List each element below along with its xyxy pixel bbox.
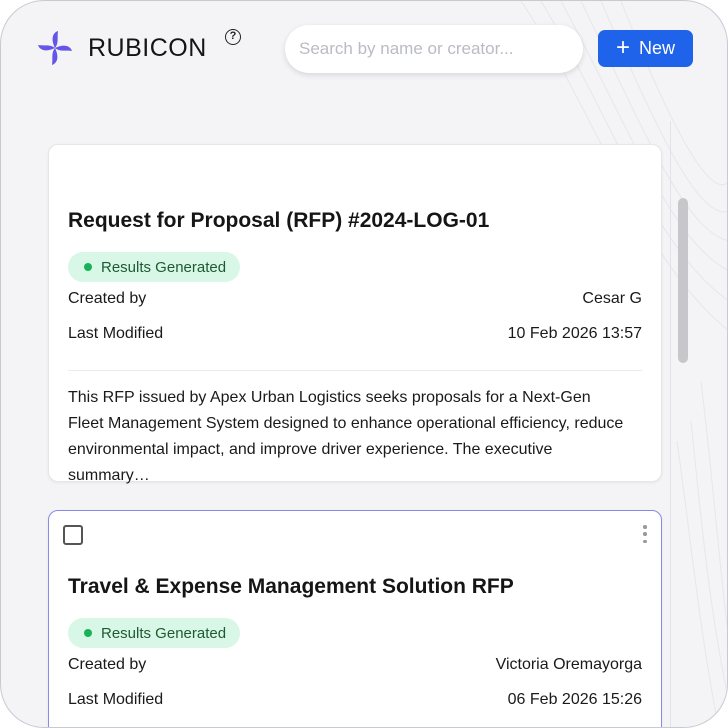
status-badge: Results Generated xyxy=(68,618,241,648)
more-options-icon[interactable] xyxy=(642,525,648,543)
plus-icon: + xyxy=(615,33,630,61)
status-label: Results Generated xyxy=(101,258,227,276)
last-modified-value: 06 Feb 2026 15:26 xyxy=(507,691,642,708)
help-icon[interactable]: ? xyxy=(225,29,241,45)
status-badge: Results Generated xyxy=(68,252,241,282)
select-checkbox[interactable] xyxy=(63,525,83,545)
status-label: Results Generated xyxy=(101,624,227,642)
created-by-value: Cesar G xyxy=(582,290,642,307)
status-dot-icon xyxy=(84,629,92,637)
app-window: RUBICON ? + New Request for Proposal (RF… xyxy=(0,0,728,728)
last-modified-label: Last Modified xyxy=(68,325,164,342)
created-by-value: Victoria Oremayorga xyxy=(495,656,642,673)
card-title[interactable]: Travel & Expense Management Solution RFP xyxy=(68,575,514,599)
search-input[interactable] xyxy=(285,25,583,73)
rubicon-logo-icon xyxy=(38,31,72,65)
scrollbar-thumb[interactable] xyxy=(678,198,688,363)
created-by-label: Created by xyxy=(68,656,147,673)
created-by-label: Created by xyxy=(68,290,147,307)
rfp-card[interactable]: Travel & Expense Management Solution RFP… xyxy=(48,510,662,727)
card-title[interactable]: Request for Proposal (RFP) #2024-LOG-01 xyxy=(68,209,489,233)
status-dot-icon xyxy=(84,263,92,271)
new-button[interactable]: + New xyxy=(598,30,693,67)
brand-name: RUBICON xyxy=(88,33,207,62)
rfp-card[interactable]: Request for Proposal (RFP) #2024-LOG-01 … xyxy=(48,144,662,484)
new-button-label: New xyxy=(639,38,676,58)
last-modified-label: Last Modified xyxy=(68,691,164,708)
last-modified-value: 10 Feb 2026 13:57 xyxy=(507,325,642,342)
brand[interactable]: RUBICON xyxy=(37,30,207,66)
card-summary: This RFP issued by Apex Urban Logistics … xyxy=(68,389,624,484)
card-divider xyxy=(68,370,642,371)
